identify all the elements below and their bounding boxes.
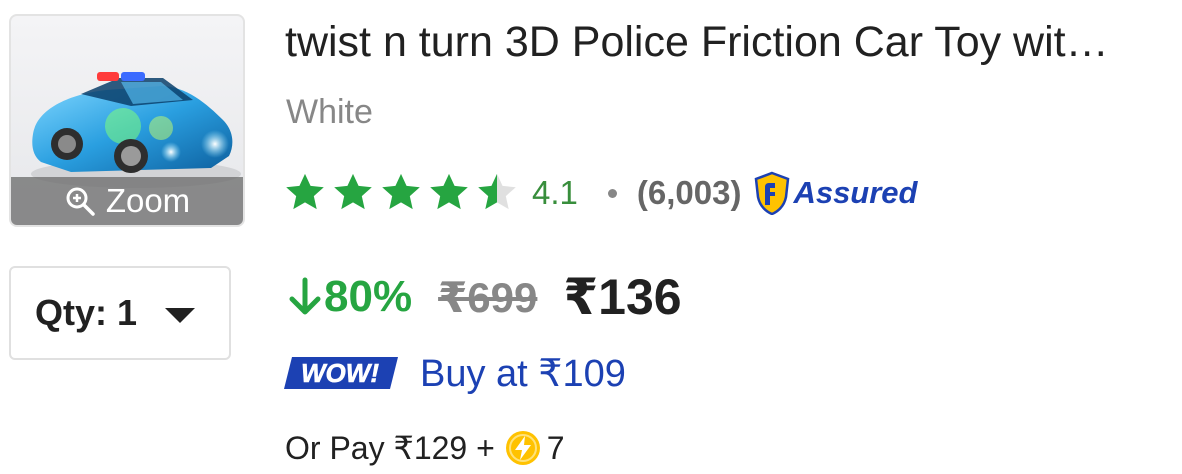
product-image[interactable]: Zoom — [9, 14, 245, 227]
assured-label: Assured — [793, 175, 918, 210]
arrow-down-icon — [289, 277, 321, 315]
wow-price-text: Buy at ₹109 — [420, 352, 626, 395]
magnifier-plus-icon — [66, 187, 95, 216]
quantity-label: Qty: 1 — [35, 292, 138, 333]
discount-percent: 80% — [324, 272, 413, 321]
lightning-coin-icon — [505, 431, 540, 465]
wow-offer[interactable]: WOW! Buy at ₹109 — [284, 345, 626, 401]
mrp-price: ₹699 — [438, 273, 538, 321]
product-variant: White — [286, 93, 373, 131]
wow-badge-text: WOW! — [301, 358, 379, 388]
assured-badge: Assured — [753, 171, 917, 215]
star-rating — [282, 170, 520, 216]
supercoin-row: Or Pay ₹129 + 7 — [285, 425, 565, 471]
quantity-dropdown[interactable]: Qty: 1 — [9, 266, 231, 360]
discount: 80% — [286, 272, 412, 322]
supercoin-count: 7 — [546, 429, 565, 466]
star-icon — [430, 173, 468, 210]
wow-badge-icon: WOW! — [284, 357, 398, 389]
price-row: 80% ₹699 ₹136 — [286, 265, 682, 329]
star-icon — [334, 173, 372, 210]
product-title[interactable]: twist n turn 3D Police Friction Car Toy … — [285, 18, 1175, 67]
rating-row[interactable]: 4.1 (6,003) Assured — [282, 165, 917, 221]
rating-count: (6,003) — [636, 174, 742, 211]
rating-value: 4.1 — [532, 174, 578, 211]
separator-dot — [607, 188, 617, 198]
caret-down-icon — [165, 307, 196, 323]
half-star-icon — [478, 173, 516, 210]
selling-price: ₹136 — [563, 269, 682, 325]
star-icon — [382, 173, 420, 210]
zoom-button[interactable]: Zoom — [11, 177, 243, 225]
pay-prefix: Or Pay ₹129 + — [285, 430, 495, 466]
zoom-label: Zoom — [105, 182, 191, 219]
star-icon — [286, 173, 324, 210]
assured-shield-icon — [755, 171, 790, 215]
